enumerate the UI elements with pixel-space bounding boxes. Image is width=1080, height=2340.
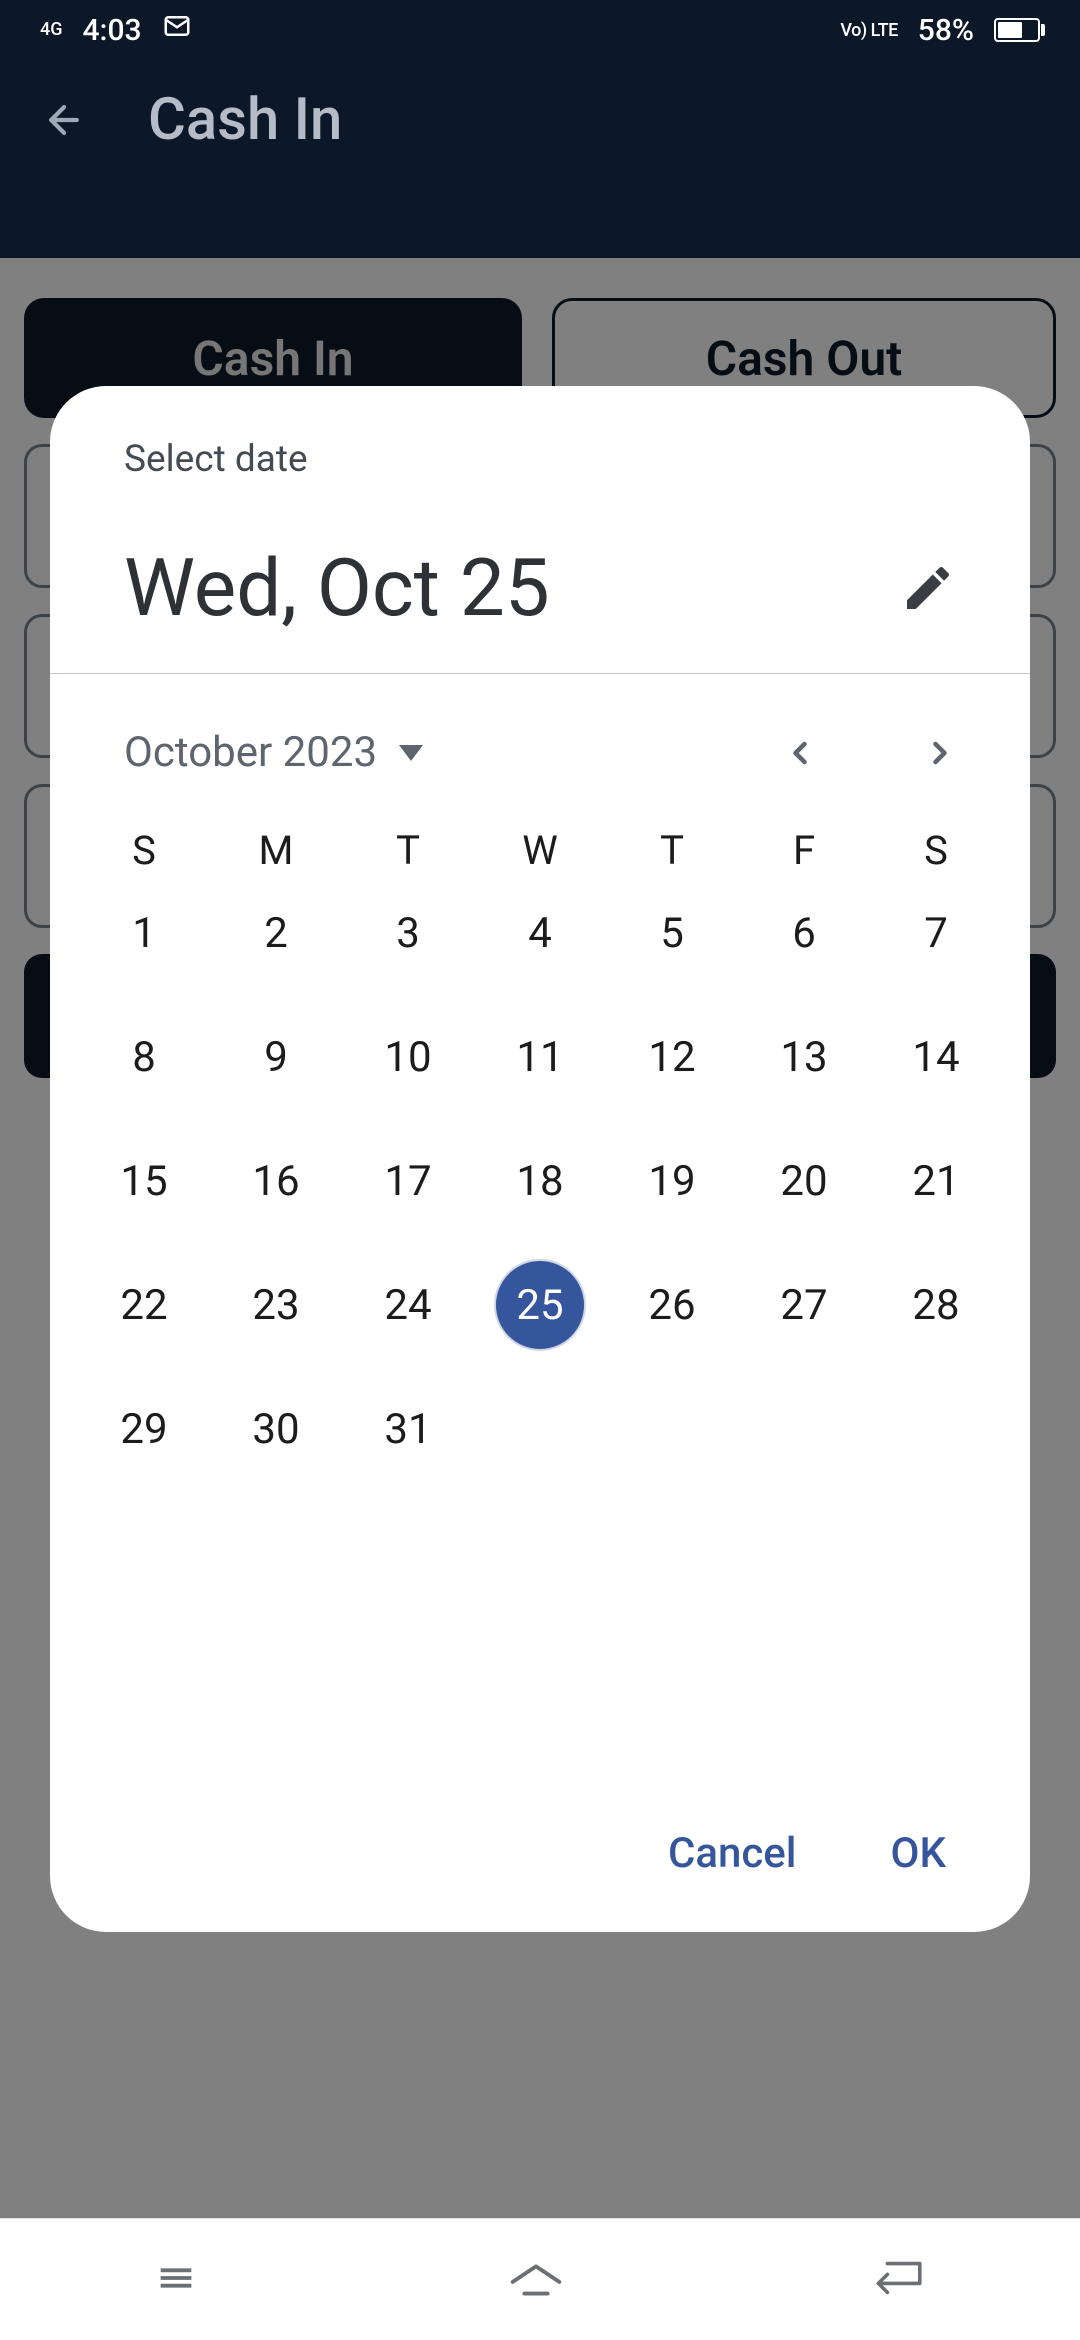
day-cell-7[interactable]: 7 bbox=[870, 892, 1002, 974]
day-cell-8[interactable]: 8 bbox=[78, 1016, 210, 1098]
day-of-week-row: SMTWTFS bbox=[50, 815, 1030, 892]
day-cell-23[interactable]: 23 bbox=[210, 1264, 342, 1346]
month-dropdown[interactable]: October 2023 bbox=[124, 728, 423, 777]
edit-date-button[interactable] bbox=[900, 560, 956, 616]
day-cell-28[interactable]: 28 bbox=[870, 1264, 1002, 1346]
status-time: 4:03 bbox=[83, 13, 142, 48]
day-cell-12[interactable]: 12 bbox=[606, 1016, 738, 1098]
day-cell-2[interactable]: 2 bbox=[210, 892, 342, 974]
volte-icon: Vo) LTE bbox=[840, 20, 897, 41]
day-cell-21[interactable]: 21 bbox=[870, 1140, 1002, 1222]
month-selector-row: October 2023 bbox=[50, 674, 1030, 815]
day-cell-6[interactable]: 6 bbox=[738, 892, 870, 974]
back-button[interactable] bbox=[40, 96, 88, 144]
prev-month-button[interactable] bbox=[776, 729, 824, 777]
page-title: Cash In bbox=[148, 86, 342, 154]
day-cell-20[interactable]: 20 bbox=[738, 1140, 870, 1222]
battery-percent: 58% bbox=[918, 13, 974, 48]
back-nav-button[interactable] bbox=[873, 2255, 927, 2305]
day-cell-10[interactable]: 10 bbox=[342, 1016, 474, 1098]
day-cell-16[interactable]: 16 bbox=[210, 1140, 342, 1222]
day-cell-26[interactable]: 26 bbox=[606, 1264, 738, 1346]
day-cell-3[interactable]: 3 bbox=[342, 892, 474, 974]
day-cell-31[interactable]: 31 bbox=[342, 1388, 474, 1470]
day-cell-18[interactable]: 18 bbox=[474, 1140, 606, 1222]
cancel-button[interactable]: Cancel bbox=[668, 1829, 797, 1878]
day-cell-19[interactable]: 19 bbox=[606, 1140, 738, 1222]
day-cell-4[interactable]: 4 bbox=[474, 892, 606, 974]
dow-cell: T bbox=[606, 827, 738, 874]
dow-cell: T bbox=[342, 827, 474, 874]
ok-button[interactable]: OK bbox=[891, 1829, 946, 1878]
month-label: October 2023 bbox=[124, 728, 377, 777]
system-nav-bar bbox=[0, 2218, 1080, 2340]
dow-cell: S bbox=[870, 827, 1002, 874]
screen: 4G 4:03 Vo) LTE 58% Cash In Cash In Cash… bbox=[0, 0, 1080, 2340]
calendar-grid: 1234567891011121314151617181920212223242… bbox=[50, 892, 1030, 1470]
battery-icon bbox=[994, 18, 1040, 42]
day-cell-14[interactable]: 14 bbox=[870, 1016, 1002, 1098]
day-cell-15[interactable]: 15 bbox=[78, 1140, 210, 1222]
dialog-subtitle: Select date bbox=[124, 438, 956, 481]
day-cell-13[interactable]: 13 bbox=[738, 1016, 870, 1098]
dialog-header: Select date Wed, Oct 25 bbox=[50, 386, 1030, 673]
status-right: Vo) LTE 58% bbox=[840, 13, 1040, 48]
dow-cell: S bbox=[78, 827, 210, 874]
day-cell-22[interactable]: 22 bbox=[78, 1264, 210, 1346]
recents-button[interactable] bbox=[153, 2255, 199, 2305]
day-cell-30[interactable]: 30 bbox=[210, 1388, 342, 1470]
dialog-actions: Cancel OK bbox=[50, 1829, 1030, 1932]
dow-cell: F bbox=[738, 827, 870, 874]
day-cell-27[interactable]: 27 bbox=[738, 1264, 870, 1346]
status-left: 4G 4:03 bbox=[40, 11, 192, 49]
day-cell-29[interactable]: 29 bbox=[78, 1388, 210, 1470]
status-bar: 4G 4:03 Vo) LTE 58% bbox=[0, 0, 1080, 60]
dow-cell: W bbox=[474, 827, 606, 874]
dow-cell: M bbox=[210, 827, 342, 874]
home-button[interactable] bbox=[505, 2255, 567, 2305]
date-picker-dialog: Select date Wed, Oct 25 October 2023 bbox=[50, 386, 1030, 1932]
chevron-down-icon bbox=[399, 745, 423, 761]
mail-icon bbox=[162, 11, 192, 49]
day-cell-11[interactable]: 11 bbox=[474, 1016, 606, 1098]
day-cell-24[interactable]: 24 bbox=[342, 1264, 474, 1346]
next-month-button[interactable] bbox=[916, 729, 964, 777]
day-cell-5[interactable]: 5 bbox=[606, 892, 738, 974]
day-cell-9[interactable]: 9 bbox=[210, 1016, 342, 1098]
selected-date-display: Wed, Oct 25 bbox=[124, 541, 550, 635]
app-header: Cash In bbox=[0, 60, 1080, 180]
day-cell-1[interactable]: 1 bbox=[78, 892, 210, 974]
day-cell-25[interactable]: 25 bbox=[474, 1264, 606, 1346]
day-cell-17[interactable]: 17 bbox=[342, 1140, 474, 1222]
signal-4g-icon: 4G bbox=[40, 21, 63, 39]
